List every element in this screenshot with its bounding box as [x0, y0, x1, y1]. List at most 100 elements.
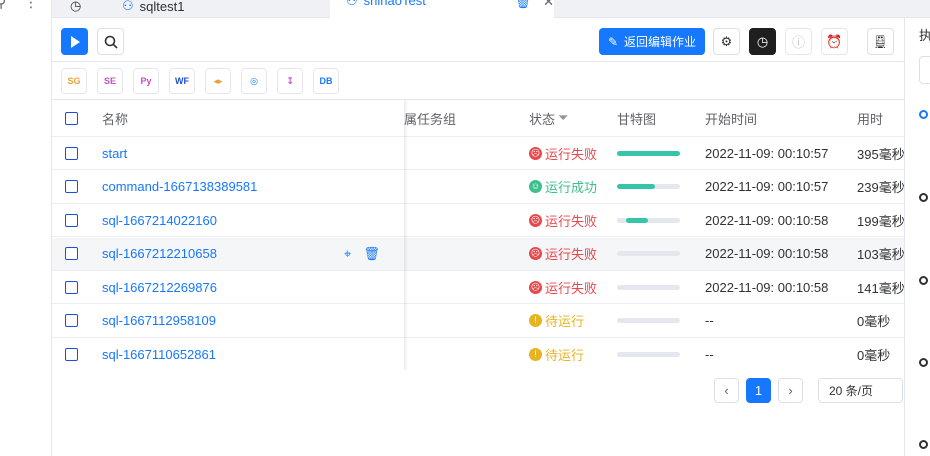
- node-type-button[interactable]: ◎: [241, 68, 267, 94]
- column-name: 名称: [102, 111, 129, 127]
- workflow-icon: ⚇: [122, 0, 134, 13]
- task-name-link[interactable]: sql-1667212269876: [102, 271, 217, 303]
- node-type-button[interactable]: SG: [61, 68, 87, 94]
- return-to-edit-button[interactable]: ✎ 返回编辑作业: [599, 28, 705, 55]
- more-vertical-icon[interactable]: ⋮: [24, 0, 38, 11]
- pagination: ‹ 1 › 20 条/页: [52, 370, 904, 410]
- table-row[interactable]: start ☹ 运行失败 2022-11-09: 00:10:57 395毫秒: [52, 137, 904, 170]
- close-icon[interactable]: ✕: [543, 0, 554, 10]
- workflow-icon: ⚇: [346, 0, 358, 8]
- next-page-button[interactable]: ›: [778, 378, 803, 403]
- tab-shihaotest[interactable]: ⚇ shihaoTest 🗑︎ ✕: [330, 0, 554, 19]
- toolbar: ✎ 返回编辑作业 ⚙ ◷ ⓘ ⏰ 🚆︎: [52, 18, 904, 62]
- column-status[interactable]: 状态 ⏷: [529, 100, 568, 136]
- timeline-dot: [919, 193, 928, 202]
- search-icon[interactable]: ⚲: [0, 0, 6, 11]
- status-fail-icon: ☹: [529, 247, 542, 260]
- tab-label: sqltest1: [139, 0, 185, 14]
- page-size-select[interactable]: 20 条/页: [818, 378, 903, 403]
- page-button[interactable]: 1: [746, 378, 771, 403]
- gantt-bar: [617, 305, 680, 337]
- timeline-dot: [919, 358, 928, 367]
- gantt-bar: [617, 271, 680, 303]
- status-fail-icon: ☹: [529, 146, 542, 160]
- row-actions: ⌖ 🗑︎: [344, 238, 380, 270]
- row-checkbox[interactable]: [65, 338, 78, 370]
- duration: 0毫秒: [857, 347, 891, 363]
- column-gantt: 甘特图: [617, 111, 657, 127]
- status-label: 待运行: [545, 314, 585, 329]
- filter-icon[interactable]: ⏷: [558, 110, 568, 126]
- table-row[interactable]: sql-1667212269876 ☹ 运行失败 2022-11-09: 00:10:…: [52, 271, 904, 304]
- node-type-button[interactable]: ↧: [277, 68, 303, 94]
- status-badge: ! 待运行: [529, 338, 584, 370]
- search-icon: [104, 35, 118, 49]
- row-checkbox[interactable]: [65, 305, 78, 337]
- tab-bar: ◷ ⚇ sqltest1 ⚇ shihaoTest 🗑︎ ✕: [52, 0, 930, 19]
- delete-icon[interactable]: 🗑︎: [515, 0, 532, 10]
- status-badge: ☹ 运行失败: [529, 137, 597, 169]
- table-header: 名称 属任务组 状态 ⏷ 甘特图 开始时间 用时: [52, 100, 904, 137]
- task-name-link[interactable]: command-1667138389581: [102, 171, 257, 203]
- row-checkbox[interactable]: [65, 204, 78, 236]
- duration: 239毫秒: [857, 180, 904, 195]
- edit-icon: ✎: [607, 34, 619, 49]
- settings-button[interactable]: ⚙: [713, 28, 740, 55]
- row-checkbox[interactable]: [65, 137, 78, 169]
- node-type-button[interactable]: DB: [313, 68, 339, 94]
- schedule-button[interactable]: ◷: [749, 28, 776, 55]
- task-name-link[interactable]: start: [102, 137, 127, 169]
- panel-title: 执: [919, 28, 930, 43]
- task-name-link[interactable]: sql-1667110652861: [102, 338, 216, 370]
- prev-page-button[interactable]: ‹: [714, 378, 739, 403]
- fixed-column-shadow: [404, 100, 408, 370]
- row-checkbox[interactable]: [65, 238, 78, 270]
- locate-icon[interactable]: ⌖: [344, 246, 351, 262]
- task-name-link[interactable]: sql-1667212210658: [102, 238, 217, 270]
- duration: 103毫秒: [857, 247, 904, 262]
- node-type-button[interactable]: ◂▸: [205, 68, 231, 94]
- column-group: 属任务组: [404, 111, 457, 127]
- node-type-button[interactable]: WF: [169, 68, 195, 94]
- status-label: 运行成功: [545, 180, 598, 195]
- node-type-button[interactable]: Py: [133, 68, 159, 94]
- info-button[interactable]: ⓘ: [785, 28, 812, 55]
- duration: 199毫秒: [857, 213, 904, 229]
- row-checkbox[interactable]: [65, 171, 78, 203]
- task-name-link[interactable]: sql-1667214022160: [102, 204, 217, 236]
- search-button[interactable]: [97, 28, 124, 55]
- run-button[interactable]: [61, 28, 88, 55]
- tab-actions: 🗑︎ ✕: [515, 0, 554, 10]
- status-label: 运行失败: [545, 146, 598, 162]
- timeline-dot: [919, 110, 928, 119]
- table-row[interactable]: command-1667138389581 ☺ 运行成功 2022-11-09: 00…: [52, 171, 904, 204]
- select-all-checkbox[interactable]: [65, 100, 78, 136]
- table-row[interactable]: sql-1667110652861! 待运行 -- 0毫秒: [52, 338, 904, 370]
- node-type-button[interactable]: SE: [97, 68, 123, 94]
- gantt-fill: [617, 184, 655, 189]
- deploy-button[interactable]: 🚆︎: [867, 28, 894, 55]
- timeline-dot: [919, 440, 928, 449]
- status-badge: ☹ 运行失败: [529, 238, 597, 270]
- tab-label: shihaoTest: [363, 0, 426, 8]
- gantt-bar: [617, 137, 680, 169]
- tab-history[interactable]: ◷: [70, 0, 81, 18]
- tab-sqltest1[interactable]: ⚇ sqltest1: [122, 0, 184, 18]
- status-badge: ☹ 运行失败: [529, 271, 597, 303]
- duration: 141毫秒: [857, 280, 904, 296]
- table-row[interactable]: sql-1667212210658 ⌖ 🗑︎ ☹ 运行失败 2022-11-09: 00:…: [52, 237, 904, 271]
- timer-button[interactable]: ⏰: [821, 28, 848, 55]
- status-pending-icon: !: [529, 314, 542, 327]
- table-row[interactable]: sql-1667112958109! 待运行 -- 0毫秒: [52, 305, 904, 338]
- gantt-bar: [617, 204, 680, 236]
- row-checkbox[interactable]: [65, 271, 78, 303]
- start-time: 2022-11-09: 00:10:58: [705, 279, 829, 295]
- status-badge: ☹ 运行失败: [529, 204, 597, 236]
- gantt-fill: [626, 217, 648, 223]
- task-name-link[interactable]: sql-1667112958109: [102, 305, 216, 337]
- delete-icon[interactable]: 🗑︎: [363, 246, 380, 262]
- start-time: --: [705, 313, 714, 328]
- panel-input[interactable]: [919, 56, 930, 84]
- table-row[interactable]: sql-1667214022160 ☹ 运行失败 2022-11-09: 00:10:…: [52, 204, 904, 237]
- status-fail-icon: ☹: [529, 213, 542, 227]
